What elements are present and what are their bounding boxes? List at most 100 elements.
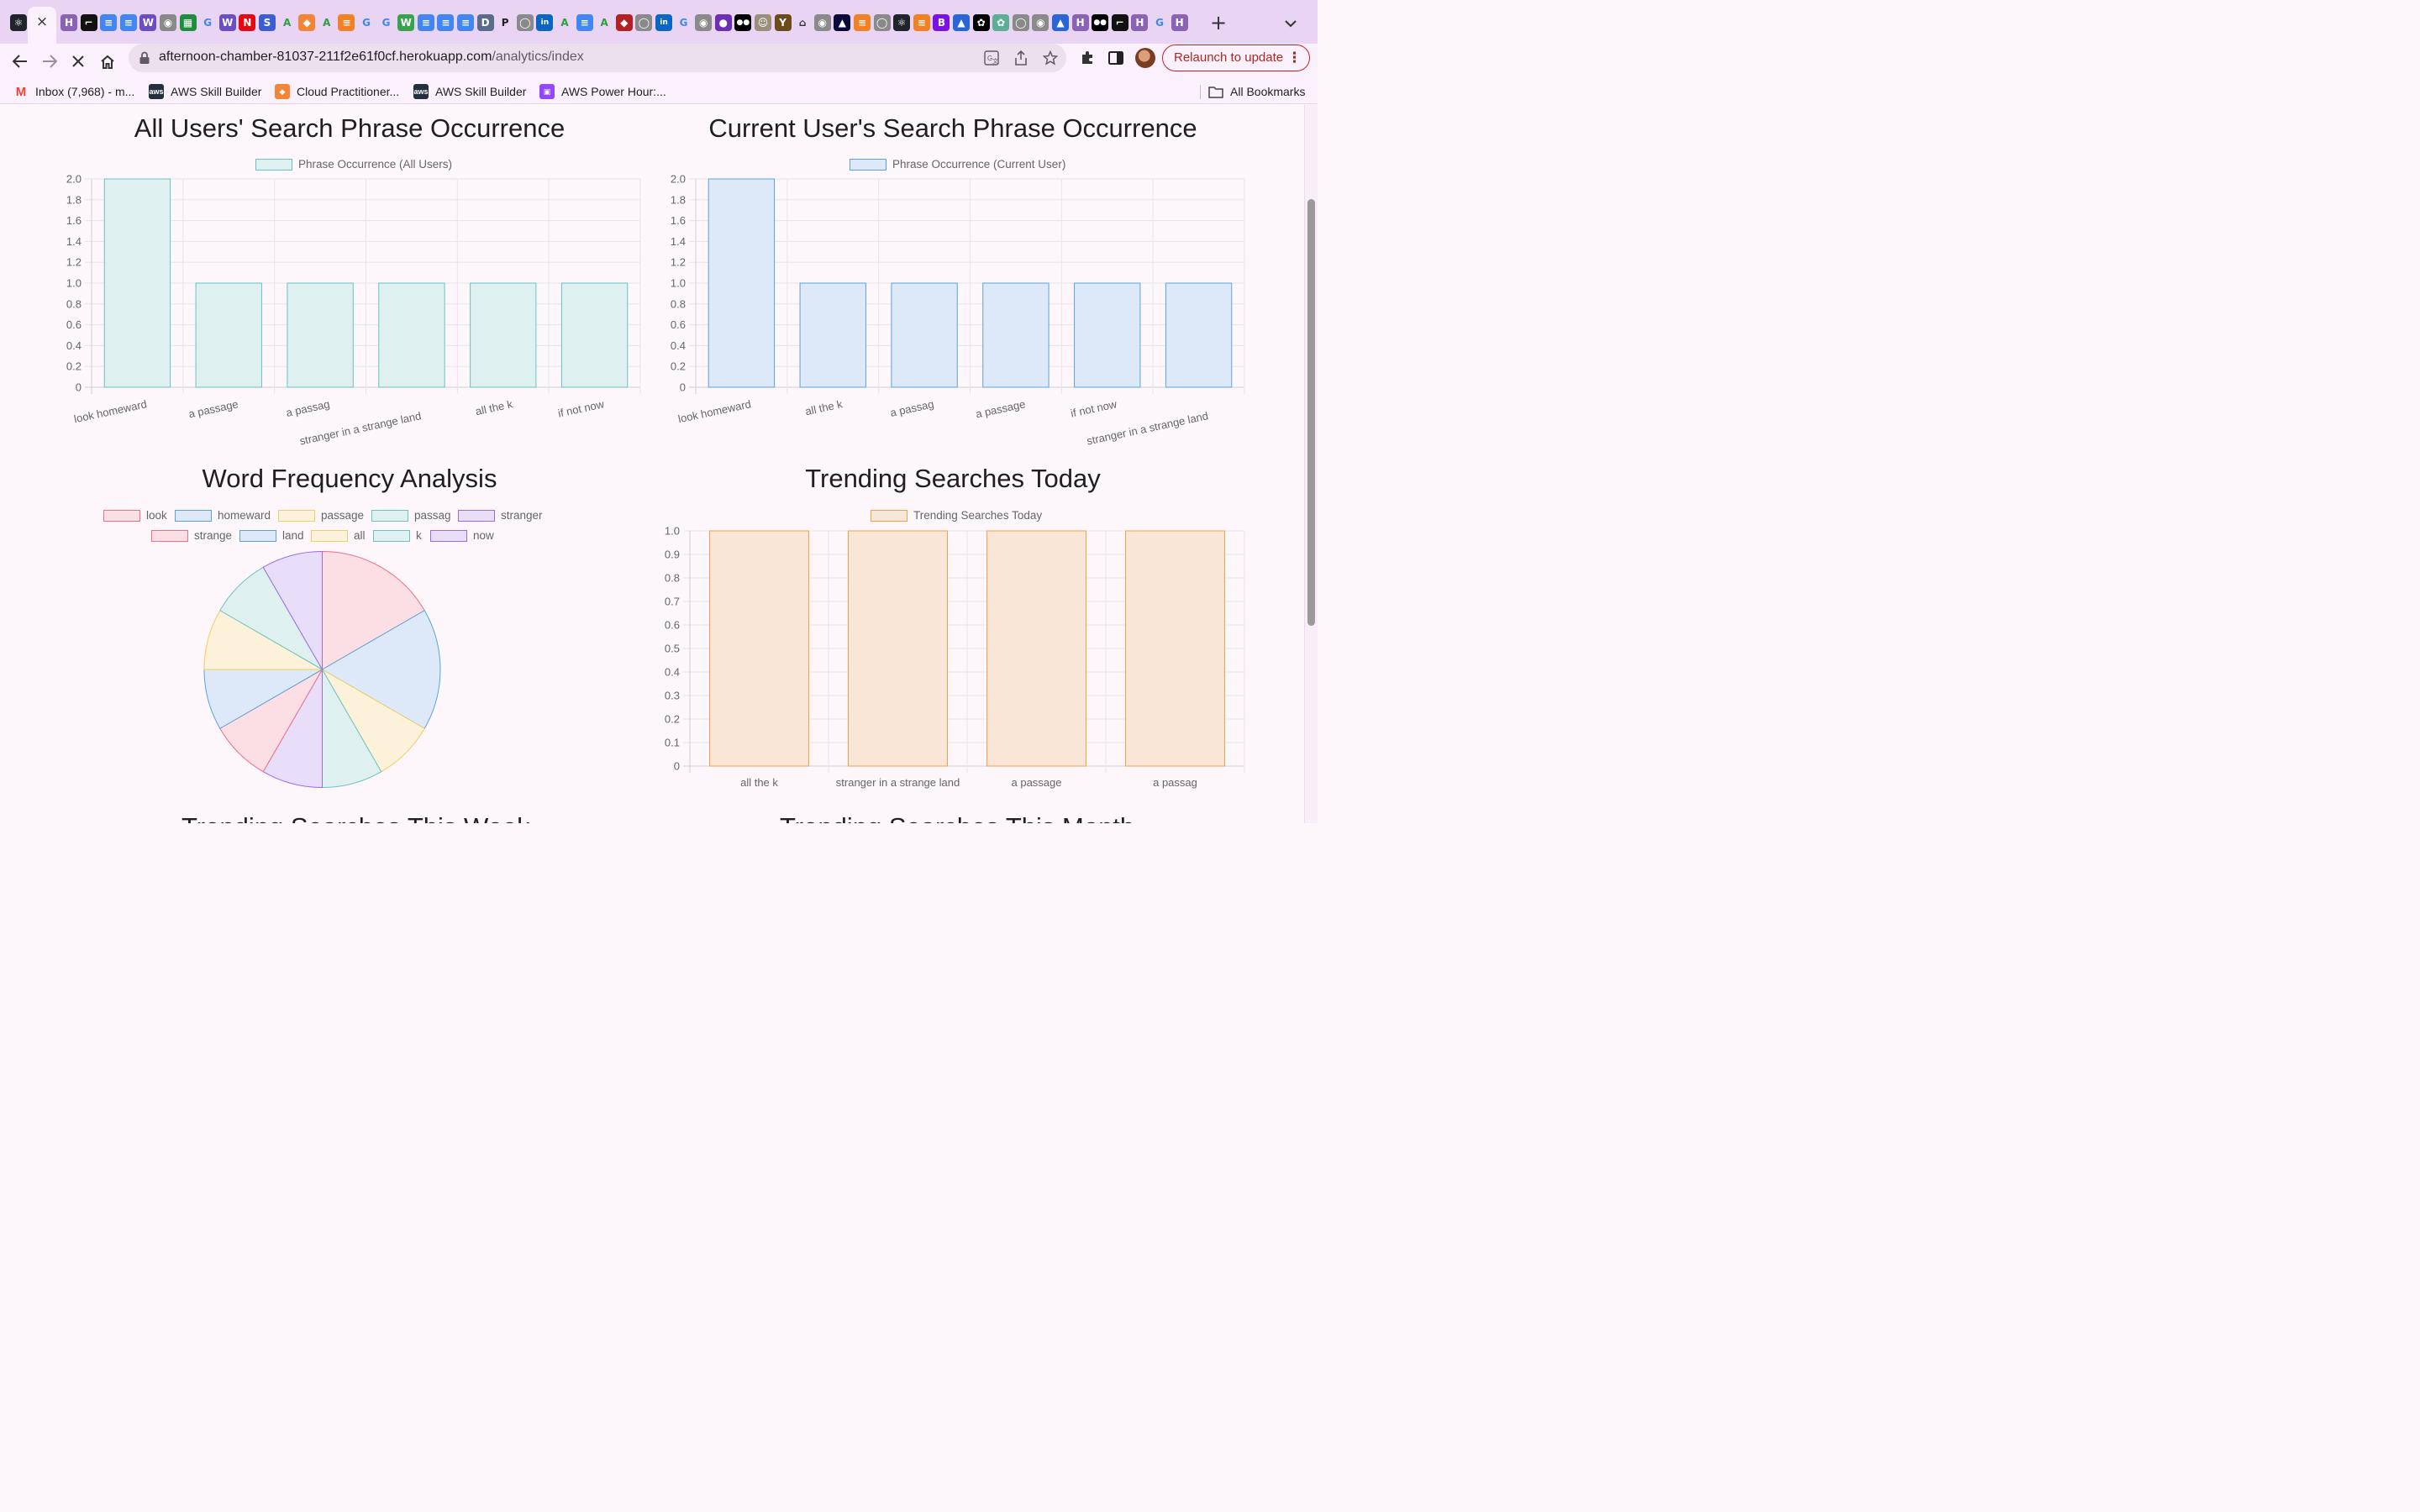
close-tab-icon[interactable]: × xyxy=(34,13,50,31)
docs-icon[interactable]: ≡ xyxy=(457,14,474,31)
ycombinator-icon[interactable]: Y xyxy=(774,14,792,31)
dev-icon[interactable]: D xyxy=(476,14,494,31)
atlassian-icon[interactable]: ▲ xyxy=(953,14,970,31)
star-icon[interactable] xyxy=(1042,50,1059,66)
medium-icon[interactable]: ●● xyxy=(1092,14,1109,31)
google-icon[interactable]: G xyxy=(378,14,395,31)
y-tick-label: 1.4 xyxy=(671,235,686,248)
aws-green-icon[interactable]: A xyxy=(279,14,296,31)
linkedin-icon[interactable]: in xyxy=(536,14,554,31)
legend-label: now xyxy=(473,529,494,542)
ruby-icon[interactable]: ◆ xyxy=(615,14,633,31)
pie-legend-item[interactable]: stranger xyxy=(458,509,543,522)
stackoverflow-icon[interactable]: ≡ xyxy=(338,14,355,31)
share-icon[interactable] xyxy=(1013,50,1029,66)
docs-icon[interactable]: ≡ xyxy=(437,14,455,31)
url-text[interactable]: afternoon-chamber-81037-211f2e61f0cf.her… xyxy=(159,50,584,65)
globe-icon[interactable]: ◉ xyxy=(813,14,831,31)
bookmark-item[interactable]: M Inbox (7,968) - m... xyxy=(13,83,135,100)
bookmark-item[interactable]: aws AWS Skill Builder xyxy=(413,83,526,100)
google-icon[interactable]: G xyxy=(199,14,216,31)
github-icon[interactable]: ◯ xyxy=(516,14,534,31)
pie-legend-item[interactable]: look xyxy=(103,509,167,522)
heroku-icon[interactable]: H xyxy=(1071,14,1089,31)
p-icon[interactable]: P xyxy=(497,14,513,31)
y-tick-label: 1.8 xyxy=(671,193,686,206)
back-button[interactable] xyxy=(6,47,34,76)
linkedin-icon[interactable]: in xyxy=(655,14,672,31)
globe-icon[interactable]: ◉ xyxy=(695,14,713,31)
stackoverflow-icon[interactable]: ≡ xyxy=(854,14,871,31)
profile-avatar[interactable] xyxy=(1135,48,1155,68)
react-icon[interactable]: ⚛ xyxy=(10,14,27,31)
workers-icon[interactable]: W xyxy=(139,14,157,31)
docs-icon[interactable]: ≡ xyxy=(119,14,137,31)
bookmark-item[interactable]: aws AWS Skill Builder xyxy=(149,83,261,100)
github-icon[interactable]: ◯ xyxy=(1012,14,1029,31)
x-tick-label: look homeward xyxy=(73,397,148,425)
translate-icon[interactable]: G文 xyxy=(983,50,1000,66)
google-icon[interactable]: G xyxy=(1151,14,1168,31)
aws-green-icon[interactable]: A xyxy=(596,14,613,31)
y-tick-label: 0.7 xyxy=(665,596,680,608)
openai-icon[interactable]: ✿ xyxy=(972,14,990,31)
svg-text:文: 文 xyxy=(992,57,998,65)
aws-green-icon[interactable]: A xyxy=(556,14,573,31)
address-bar[interactable]: afternoon-chamber-81037-211f2e61f0cf.her… xyxy=(129,44,1066,72)
heroku-icon[interactable]: H xyxy=(1131,14,1149,31)
google-icon[interactable]: G xyxy=(358,14,375,31)
linear-icon[interactable]: ⌐ xyxy=(80,14,97,31)
forward-button[interactable] xyxy=(35,47,64,76)
new-tab-button[interactable]: + xyxy=(1207,12,1230,35)
aws-green-icon[interactable]: A xyxy=(318,14,335,31)
sheet-icon[interactable]: ▦ xyxy=(179,14,197,31)
home-button[interactable] xyxy=(93,47,122,76)
bar xyxy=(982,282,1050,388)
globe-icon[interactable]: ◉ xyxy=(1032,14,1050,31)
stop-loading-button[interactable] xyxy=(64,47,92,76)
bookmark-item[interactable]: ▣ AWS Power Hour:... xyxy=(539,83,666,100)
bookmarks-divider xyxy=(1200,85,1201,99)
heroku-icon[interactable]: H xyxy=(60,14,77,31)
blob-icon[interactable]: ● xyxy=(714,14,732,31)
docs-icon[interactable]: ≡ xyxy=(417,14,434,31)
pie-legend-item[interactable]: homeward xyxy=(175,509,271,522)
docs-icon[interactable]: ≡ xyxy=(100,14,118,31)
cube-icon[interactable]: ◆ xyxy=(298,14,316,31)
heroku-icon[interactable]: H xyxy=(1171,14,1188,31)
netflix-icon[interactable]: N xyxy=(239,14,256,31)
stackoverflow-icon[interactable]: ≡ xyxy=(913,14,930,31)
github-icon[interactable]: ◯ xyxy=(635,14,653,31)
relaunch-to-update-button[interactable]: Relaunch to update ⋮ xyxy=(1162,45,1310,71)
atlassian-icon[interactable]: ▲ xyxy=(1052,14,1069,31)
w-icon[interactable]: W xyxy=(397,14,415,31)
docs-icon[interactable]: ≡ xyxy=(576,14,593,31)
sql-icon[interactable]: S xyxy=(259,14,276,31)
extensions-icon[interactable] xyxy=(1077,48,1097,68)
openai-icon[interactable]: ✿ xyxy=(992,14,1010,31)
scrollbar-thumb[interactable] xyxy=(1307,199,1315,626)
medium-icon[interactable]: ●● xyxy=(734,14,752,31)
globe-icon[interactable]: ◉ xyxy=(160,14,176,31)
pie-legend-item[interactable]: passag xyxy=(371,509,451,522)
bookmark-item[interactable]: ◆ Cloud Practitioner... xyxy=(275,83,399,100)
github-icon[interactable]: ◯ xyxy=(873,14,891,31)
workers-icon[interactable]: W xyxy=(218,14,236,31)
tab-search-button[interactable] xyxy=(1279,12,1302,35)
home-icon[interactable]: ⌂ xyxy=(794,14,811,31)
more-menu-icon[interactable]: ⋮ xyxy=(1287,45,1302,71)
lock-icon[interactable] xyxy=(139,51,150,65)
bootstrap-icon[interactable]: B xyxy=(933,14,950,31)
bar xyxy=(708,178,776,388)
side-panel-icon[interactable] xyxy=(1106,48,1126,68)
google-icon[interactable]: G xyxy=(676,14,692,31)
linear-icon[interactable]: ⌐ xyxy=(1111,14,1128,31)
y-tick-label: 0.1 xyxy=(665,737,680,749)
vercel-icon[interactable]: ▲ xyxy=(834,14,851,31)
pie-legend-item[interactable]: passage xyxy=(278,509,364,522)
x-tick-label: stranger in a strange land xyxy=(298,409,422,447)
all-bookmarks-button[interactable]: All Bookmarks xyxy=(1208,83,1305,100)
page-scrollbar[interactable] xyxy=(1304,105,1318,823)
face-icon[interactable]: ☺ xyxy=(755,14,771,31)
react-icon[interactable]: ⚛ xyxy=(893,14,911,31)
